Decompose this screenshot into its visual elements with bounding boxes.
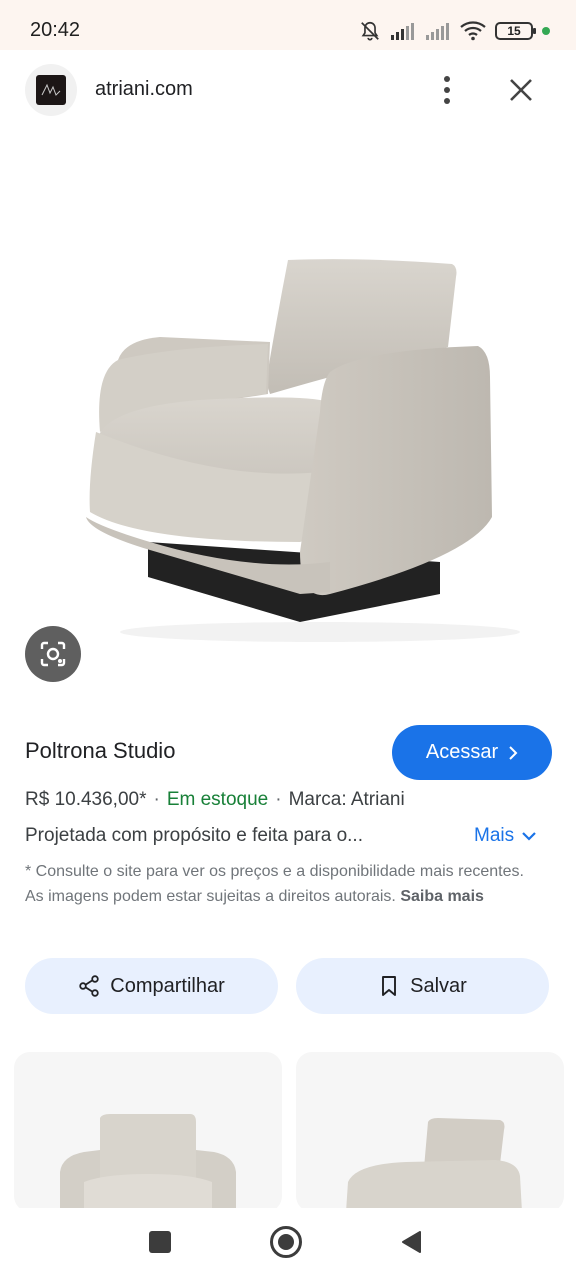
lens-button[interactable] [25,626,81,682]
signal-icon-2 [426,23,449,40]
related-card[interactable] [14,1052,282,1212]
product-description: Projetada com propósito e feita para o..… [25,825,363,846]
site-header: atriani.com [0,50,576,132]
disclaimer: * Consulte o site para ver os preços e a… [25,860,545,909]
share-button-label: Compartilhar [110,974,225,997]
product-meta: R$ 10.436,00* · Em estoque · Marca: Atriani [25,789,405,811]
chevron-down-icon [522,832,536,841]
visit-button[interactable]: Acessar [392,725,552,780]
status-bar: 20:42 15 [0,0,576,50]
stock-status: Em estoque [166,789,269,810]
bell-off-icon [361,21,379,41]
visit-button-label: Acessar [425,741,499,763]
save-button-label: Salvar [410,974,467,997]
save-button[interactable]: Salvar [296,958,549,1014]
related-card-2[interactable] [296,1052,564,1212]
product-brand: Marca: Atriani [288,789,405,810]
recents-icon[interactable] [149,1231,171,1253]
learn-more-link[interactable]: Saiba mais [400,888,484,905]
wifi-icon [460,21,486,41]
more-link-label: Mais [474,825,515,846]
separator-dot: · [153,789,160,810]
home-icon-inner [278,1234,294,1250]
status-icons: 15 [359,17,550,45]
bookmark-icon [382,976,397,996]
status-time: 20:42 [30,19,81,41]
signal-icon [391,23,414,40]
chevron-right-icon [509,745,518,760]
back-icon[interactable] [400,1230,422,1254]
home-icon[interactable] [270,1226,302,1258]
more-vert-icon[interactable] [437,74,457,106]
product-title: Poltrona Studio [25,738,176,763]
site-name[interactable]: atriani.com [95,78,193,101]
site-logo-mark [36,75,66,105]
privacy-indicator [542,27,550,35]
separator-dot-2: · [275,789,282,810]
armchair-illustration [86,259,520,642]
system-nav-bar [0,1208,576,1280]
armchair-thumbnail [60,1114,236,1212]
more-link[interactable]: Mais [474,825,536,847]
share-button[interactable]: Compartilhar [25,958,278,1014]
product-price: R$ 10.436,00* [25,789,147,810]
battery-icon: 15 [495,22,536,40]
armchair-thumbnail-2 [346,1118,522,1212]
close-icon[interactable] [505,74,537,106]
site-logo[interactable] [25,64,77,116]
product-image[interactable] [0,132,576,692]
share-icon [79,975,99,997]
lens-icon [40,641,66,667]
